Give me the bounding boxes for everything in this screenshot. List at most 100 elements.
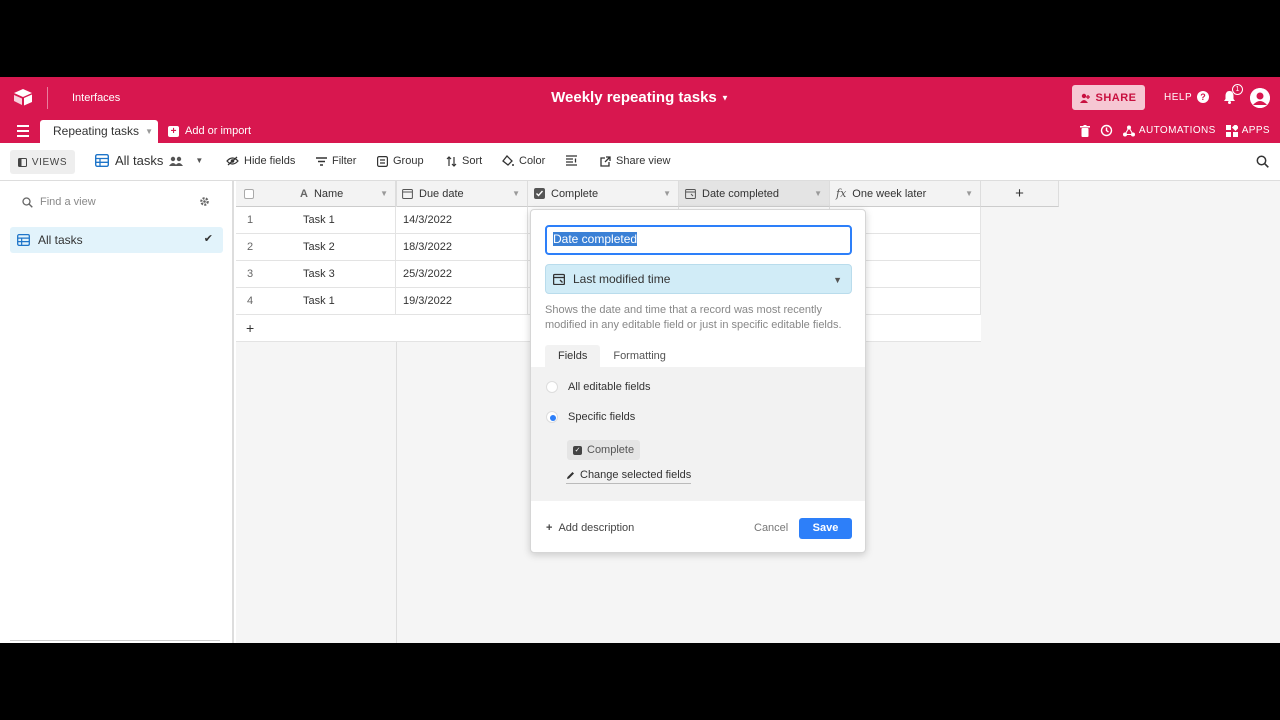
field-type-value: Last modified time bbox=[573, 272, 671, 286]
add-field-button[interactable]: + bbox=[981, 181, 1059, 207]
plus-icon: + bbox=[168, 125, 179, 137]
share-label: SHARE bbox=[1095, 91, 1137, 104]
automations-button[interactable]: AUTOMATIONS bbox=[1122, 125, 1216, 137]
chevron-down-icon[interactable]: ▼ bbox=[512, 189, 520, 198]
field-editor-dialog: Date completed Last modified time ▼ Show… bbox=[530, 209, 866, 553]
grid-view-icon bbox=[95, 154, 109, 167]
add-or-import-button[interactable]: + Add or import bbox=[168, 125, 251, 137]
trash-icon[interactable] bbox=[1079, 124, 1090, 137]
sort-button[interactable]: Sort bbox=[446, 155, 482, 167]
column-header-name[interactable]: A Name ▼ bbox=[236, 181, 396, 207]
row-height-icon bbox=[566, 155, 577, 166]
sort-icon bbox=[446, 155, 457, 167]
chevron-down-icon[interactable]: ▼ bbox=[663, 189, 671, 198]
find-view-input[interactable]: Find a view bbox=[22, 196, 96, 208]
radio-circle[interactable] bbox=[546, 381, 558, 393]
tab-formatting[interactable]: Formatting bbox=[600, 345, 679, 367]
sidebar-item-all-tasks[interactable]: All tasks ✔ bbox=[10, 227, 223, 253]
views-toggle-button[interactable]: VIEWS bbox=[10, 150, 75, 174]
avatar[interactable] bbox=[1250, 88, 1270, 108]
row-number: 3 bbox=[236, 261, 296, 288]
eye-slash-icon bbox=[226, 156, 239, 166]
select-all-checkbox[interactable] bbox=[244, 188, 254, 199]
cell-due-date[interactable]: 14/3/2022 bbox=[396, 207, 528, 234]
radio-circle-selected[interactable] bbox=[546, 411, 558, 423]
filter-label: Filter bbox=[332, 155, 357, 167]
sidebar-divider bbox=[10, 640, 220, 641]
column-label: One week later bbox=[852, 187, 927, 200]
selected-field-chip: ✓ Complete bbox=[567, 440, 641, 460]
add-description-button[interactable]: + Add description bbox=[546, 522, 634, 534]
chevron-down-icon[interactable]: ▼ bbox=[965, 189, 973, 198]
share-button[interactable]: SHARE bbox=[1072, 85, 1145, 110]
views-sidebar: Find a view All tasks ✔ bbox=[0, 181, 234, 643]
column-header-complete[interactable]: Complete ▼ bbox=[528, 181, 679, 207]
column-header-due-date[interactable]: Due date ▼ bbox=[396, 181, 528, 207]
cell-name[interactable]: Task 2 bbox=[296, 234, 396, 261]
chevron-down-icon[interactable]: ▼ bbox=[145, 127, 153, 136]
radio-all-editable-fields[interactable]: All editable fields bbox=[546, 381, 651, 393]
people-icon bbox=[169, 156, 184, 166]
help-icon[interactable]: ? bbox=[1197, 91, 1209, 103]
field-type-select[interactable]: Last modified time ▼ bbox=[545, 264, 852, 294]
filter-button[interactable]: Filter bbox=[316, 155, 356, 167]
hide-fields-label: Hide fields bbox=[244, 155, 296, 167]
base-title-text[interactable]: Weekly repeating tasks bbox=[551, 89, 717, 106]
column-label: Due date bbox=[419, 187, 464, 200]
color-button[interactable]: Color bbox=[502, 155, 545, 167]
radio-specific-fields[interactable]: Specific fields bbox=[546, 411, 635, 423]
group-button[interactable]: Group bbox=[377, 155, 424, 167]
notification-badge: 1 bbox=[1232, 84, 1243, 95]
share-view-button[interactable]: Share view bbox=[600, 155, 670, 167]
change-fields-label: Change selected fields bbox=[580, 469, 692, 481]
date-field-icon bbox=[402, 189, 413, 199]
find-view-placeholder: Find a view bbox=[40, 196, 96, 208]
apps-icon bbox=[1225, 124, 1238, 137]
column-header-date-completed[interactable]: Date completed ▼ bbox=[679, 181, 830, 207]
apps-button[interactable]: APPS bbox=[1225, 124, 1270, 137]
gear-icon[interactable] bbox=[199, 196, 210, 207]
add-description-label: Add description bbox=[558, 522, 635, 534]
plus-icon: + bbox=[546, 522, 553, 534]
current-view-switcher[interactable]: All tasks ▼ bbox=[95, 153, 203, 168]
share-view-label: Share view bbox=[616, 155, 671, 167]
logo-icon[interactable] bbox=[13, 88, 33, 106]
chevron-down-icon: ▼ bbox=[833, 275, 842, 285]
history-icon[interactable] bbox=[1100, 124, 1113, 137]
cell-due-date[interactable]: 25/3/2022 bbox=[396, 261, 528, 288]
cell-due-date[interactable]: 19/3/2022 bbox=[396, 288, 528, 315]
filter-icon bbox=[316, 156, 327, 166]
grid-view-icon bbox=[17, 234, 30, 246]
save-button[interactable]: Save bbox=[799, 518, 852, 539]
group-icon bbox=[377, 155, 388, 167]
field-name-input[interactable]: Date completed bbox=[545, 225, 852, 255]
tab-fields[interactable]: Fields bbox=[545, 345, 601, 367]
field-editor-tabs: Fields Formatting bbox=[545, 345, 679, 367]
help-link[interactable]: HELP bbox=[1164, 92, 1192, 103]
chevron-down-icon[interactable]: ▼ bbox=[814, 189, 822, 198]
tab-repeating-tasks[interactable]: Repeating tasks ▼ bbox=[40, 120, 158, 143]
cell-due-date[interactable]: 18/3/2022 bbox=[396, 234, 528, 261]
cell-name[interactable]: Task 1 bbox=[296, 288, 396, 315]
hamburger-icon[interactable] bbox=[17, 125, 29, 140]
change-selected-fields-button[interactable]: Change selected fields bbox=[566, 469, 692, 484]
table-tab-label: Repeating tasks bbox=[53, 124, 140, 138]
add-import-label: Add or import bbox=[185, 125, 252, 137]
checkbox-field-icon: ✓ bbox=[573, 445, 582, 455]
cell-name[interactable]: Task 1 bbox=[296, 207, 396, 234]
chevron-down-icon[interactable]: ▼ bbox=[721, 94, 729, 103]
column-header-one-week-later[interactable]: fx One week later ▼ bbox=[830, 181, 981, 207]
sidebar-item-label: All tasks bbox=[38, 233, 83, 247]
row-number: 2 bbox=[236, 234, 296, 261]
cell-name[interactable]: Task 3 bbox=[296, 261, 396, 288]
field-name-value: Date completed bbox=[553, 232, 638, 246]
share-view-icon bbox=[600, 155, 611, 167]
hide-fields-button[interactable]: Hide fields bbox=[226, 155, 295, 167]
search-icon[interactable] bbox=[1256, 155, 1269, 168]
interfaces-link[interactable]: Interfaces bbox=[72, 92, 120, 104]
chevron-down-icon: ▼ bbox=[195, 156, 204, 165]
cancel-button[interactable]: Cancel bbox=[754, 522, 788, 534]
chevron-down-icon[interactable]: ▼ bbox=[380, 189, 388, 198]
row-height-button[interactable] bbox=[566, 155, 577, 166]
automations-label: AUTOMATIONS bbox=[1138, 125, 1216, 136]
